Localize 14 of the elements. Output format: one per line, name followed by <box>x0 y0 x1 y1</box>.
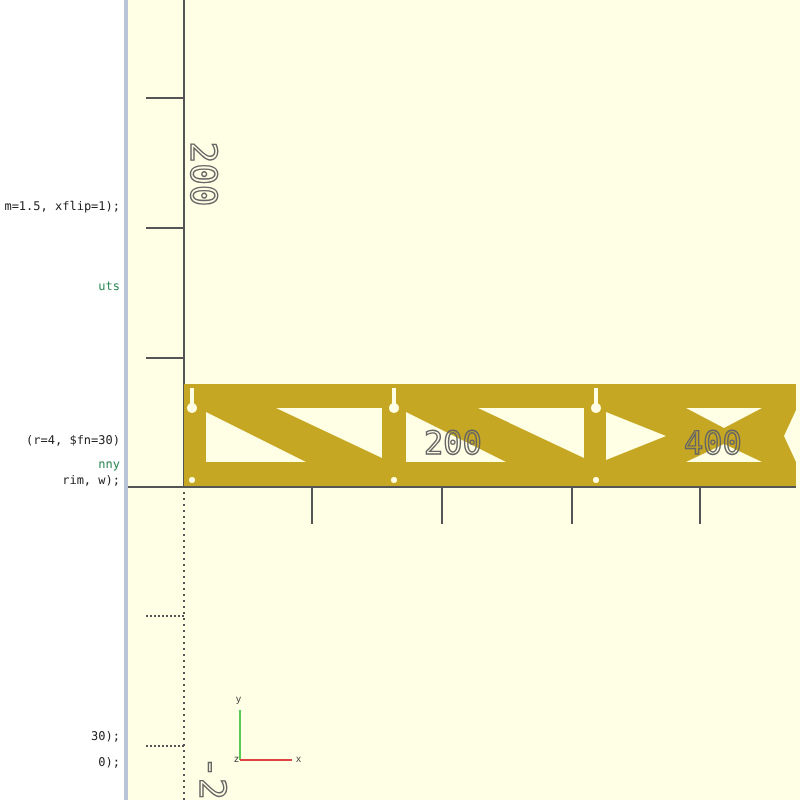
tick-mark <box>145 357 185 359</box>
tick-mark <box>571 485 573 525</box>
tick-mark <box>145 227 185 229</box>
tick-mark <box>699 485 701 525</box>
axis-gizmo <box>239 709 293 761</box>
tick-mark <box>311 485 313 525</box>
y-axis-label: -2 <box>191 756 228 800</box>
x-axis-label: 400 <box>684 428 742 460</box>
tick-mark <box>145 615 185 617</box>
tick-mark <box>441 485 443 525</box>
tick-mark <box>145 97 185 99</box>
x-axis-label: 200 <box>424 428 482 460</box>
y-axis-label: 200 <box>182 141 219 207</box>
tick-mark <box>145 745 185 747</box>
